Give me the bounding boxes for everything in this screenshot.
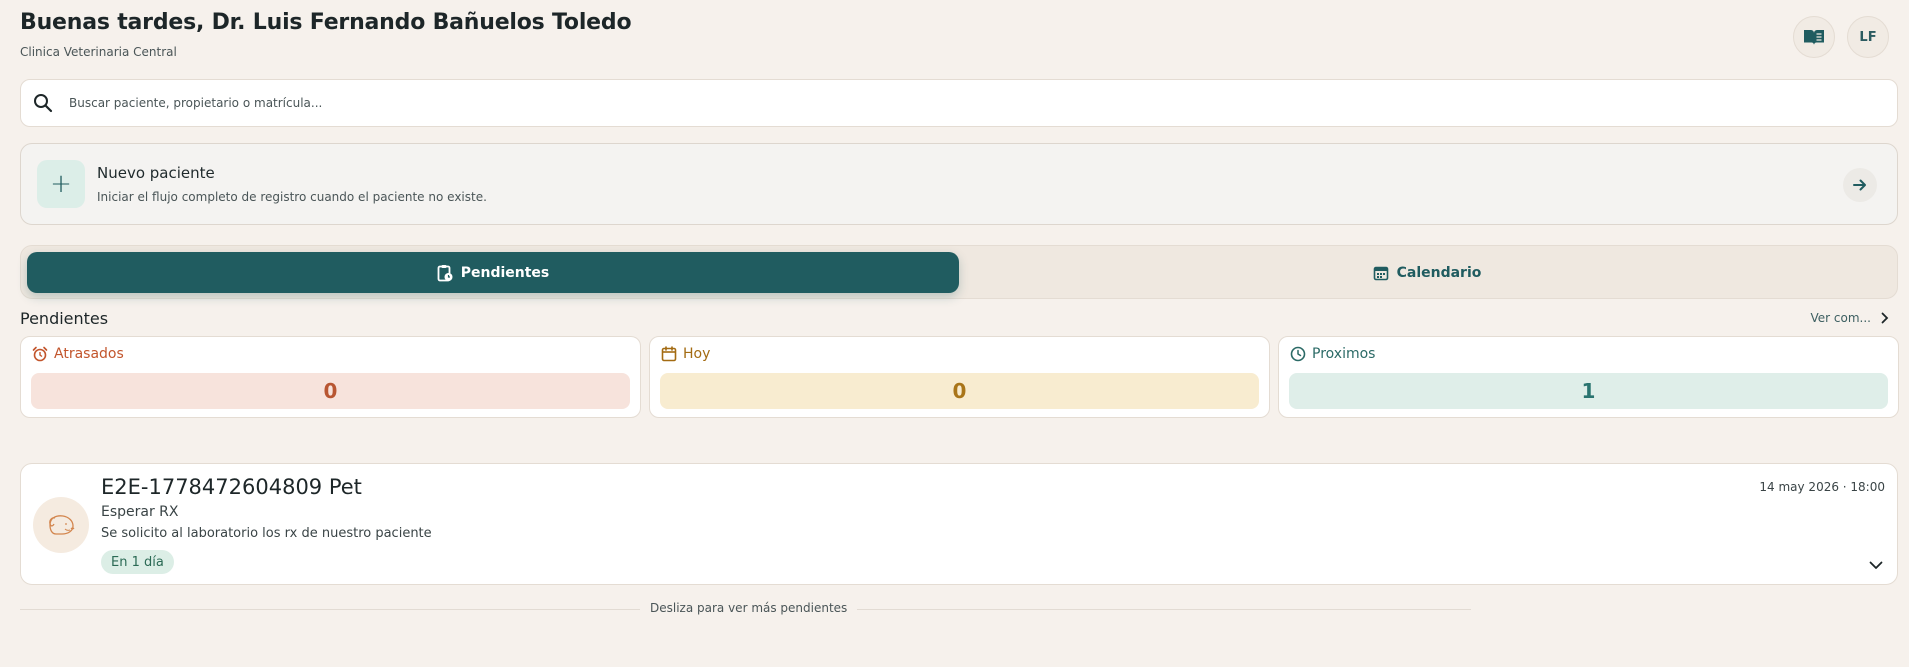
tab-label-pendientes: Pendientes — [460, 264, 550, 281]
stat-value-atrasados: 0 — [31, 373, 630, 409]
stat-label-text: Proximos — [1312, 346, 1376, 362]
clock-icon — [1290, 346, 1306, 362]
greeting-title: Buenas tardes, Dr. Luis Fernando Bañuelo… — [20, 10, 632, 35]
stat-card-atrasados[interactable]: Atrasados 0 — [20, 336, 641, 418]
view-tabs: Pendientes Calendario — [20, 245, 1898, 299]
see-all-label: Ver com... — [1810, 311, 1871, 325]
task-description: Se solicito al laboratorio los rx de nue… — [101, 526, 432, 541]
patient-name: E2E-1778472604809 Pet — [101, 475, 362, 499]
calendar-icon — [1373, 266, 1388, 280]
pending-item-card[interactable]: E2E-1778472604809 Pet Esperar RX Se soli… — [20, 463, 1898, 585]
new-patient-title: Nuevo paciente — [97, 164, 215, 182]
new-patient-card[interactable]: + Nuevo paciente Iniciar el flujo comple… — [20, 143, 1898, 225]
task-datetime: 14 may 2026 · 18:00 — [1759, 480, 1885, 494]
guide-button[interactable] — [1793, 16, 1835, 58]
new-patient-subtitle: Iniciar el flujo completo de registro cu… — [97, 190, 487, 204]
user-avatar-button[interactable]: LF — [1847, 16, 1889, 58]
search-bar — [20, 79, 1898, 127]
tab-calendario[interactable]: Calendario — [961, 252, 1893, 293]
dog-icon — [49, 515, 75, 535]
swipe-hint: Desliza para ver más pendientes — [640, 601, 858, 615]
clinic-name: Clinica Veterinaria Central — [20, 45, 177, 59]
stat-value-hoy: 0 — [660, 373, 1259, 409]
section-title-pendientes: Pendientes — [20, 309, 109, 328]
stat-label-proximos: Proximos — [1290, 346, 1375, 362]
stat-label-text: Atrasados — [54, 346, 124, 362]
due-badge: En 1 día — [101, 550, 174, 574]
task-title: Esperar RX — [101, 504, 179, 520]
see-all-link[interactable]: Ver com... — [1811, 311, 1889, 325]
stat-card-proximos[interactable]: Proximos 1 — [1278, 336, 1899, 418]
header: Buenas tardes, Dr. Luis Fernando Bañuelo… — [20, 10, 1889, 62]
search-input[interactable] — [69, 96, 1669, 110]
stat-label-text: Hoy — [683, 346, 711, 362]
stat-label-hoy: Hoy — [661, 346, 710, 362]
stat-value-proximos: 1 — [1289, 373, 1888, 409]
alarm-icon — [32, 346, 48, 362]
book-open-icon — [1804, 30, 1824, 45]
search-icon — [34, 94, 53, 113]
clipboard-clock-icon — [437, 264, 453, 281]
arrow-right-icon — [1853, 179, 1866, 191]
expand-button[interactable] — [1869, 555, 1883, 574]
pet-avatar — [33, 497, 89, 553]
new-patient-text: Nuevo paciente Iniciar el flujo completo… — [97, 164, 487, 204]
stat-card-hoy[interactable]: Hoy 0 — [649, 336, 1270, 418]
stat-label-atrasados: Atrasados — [32, 346, 124, 362]
chevron-down-icon — [1869, 561, 1883, 569]
plus-icon: + — [37, 160, 85, 208]
new-patient-arrow-button[interactable] — [1843, 168, 1877, 202]
calendar-icon — [661, 346, 677, 362]
tab-label-calendario: Calendario — [1396, 264, 1482, 281]
chevron-right-icon — [1881, 312, 1889, 324]
header-actions: LF — [1793, 16, 1889, 58]
tab-pendientes[interactable]: Pendientes — [27, 252, 959, 293]
